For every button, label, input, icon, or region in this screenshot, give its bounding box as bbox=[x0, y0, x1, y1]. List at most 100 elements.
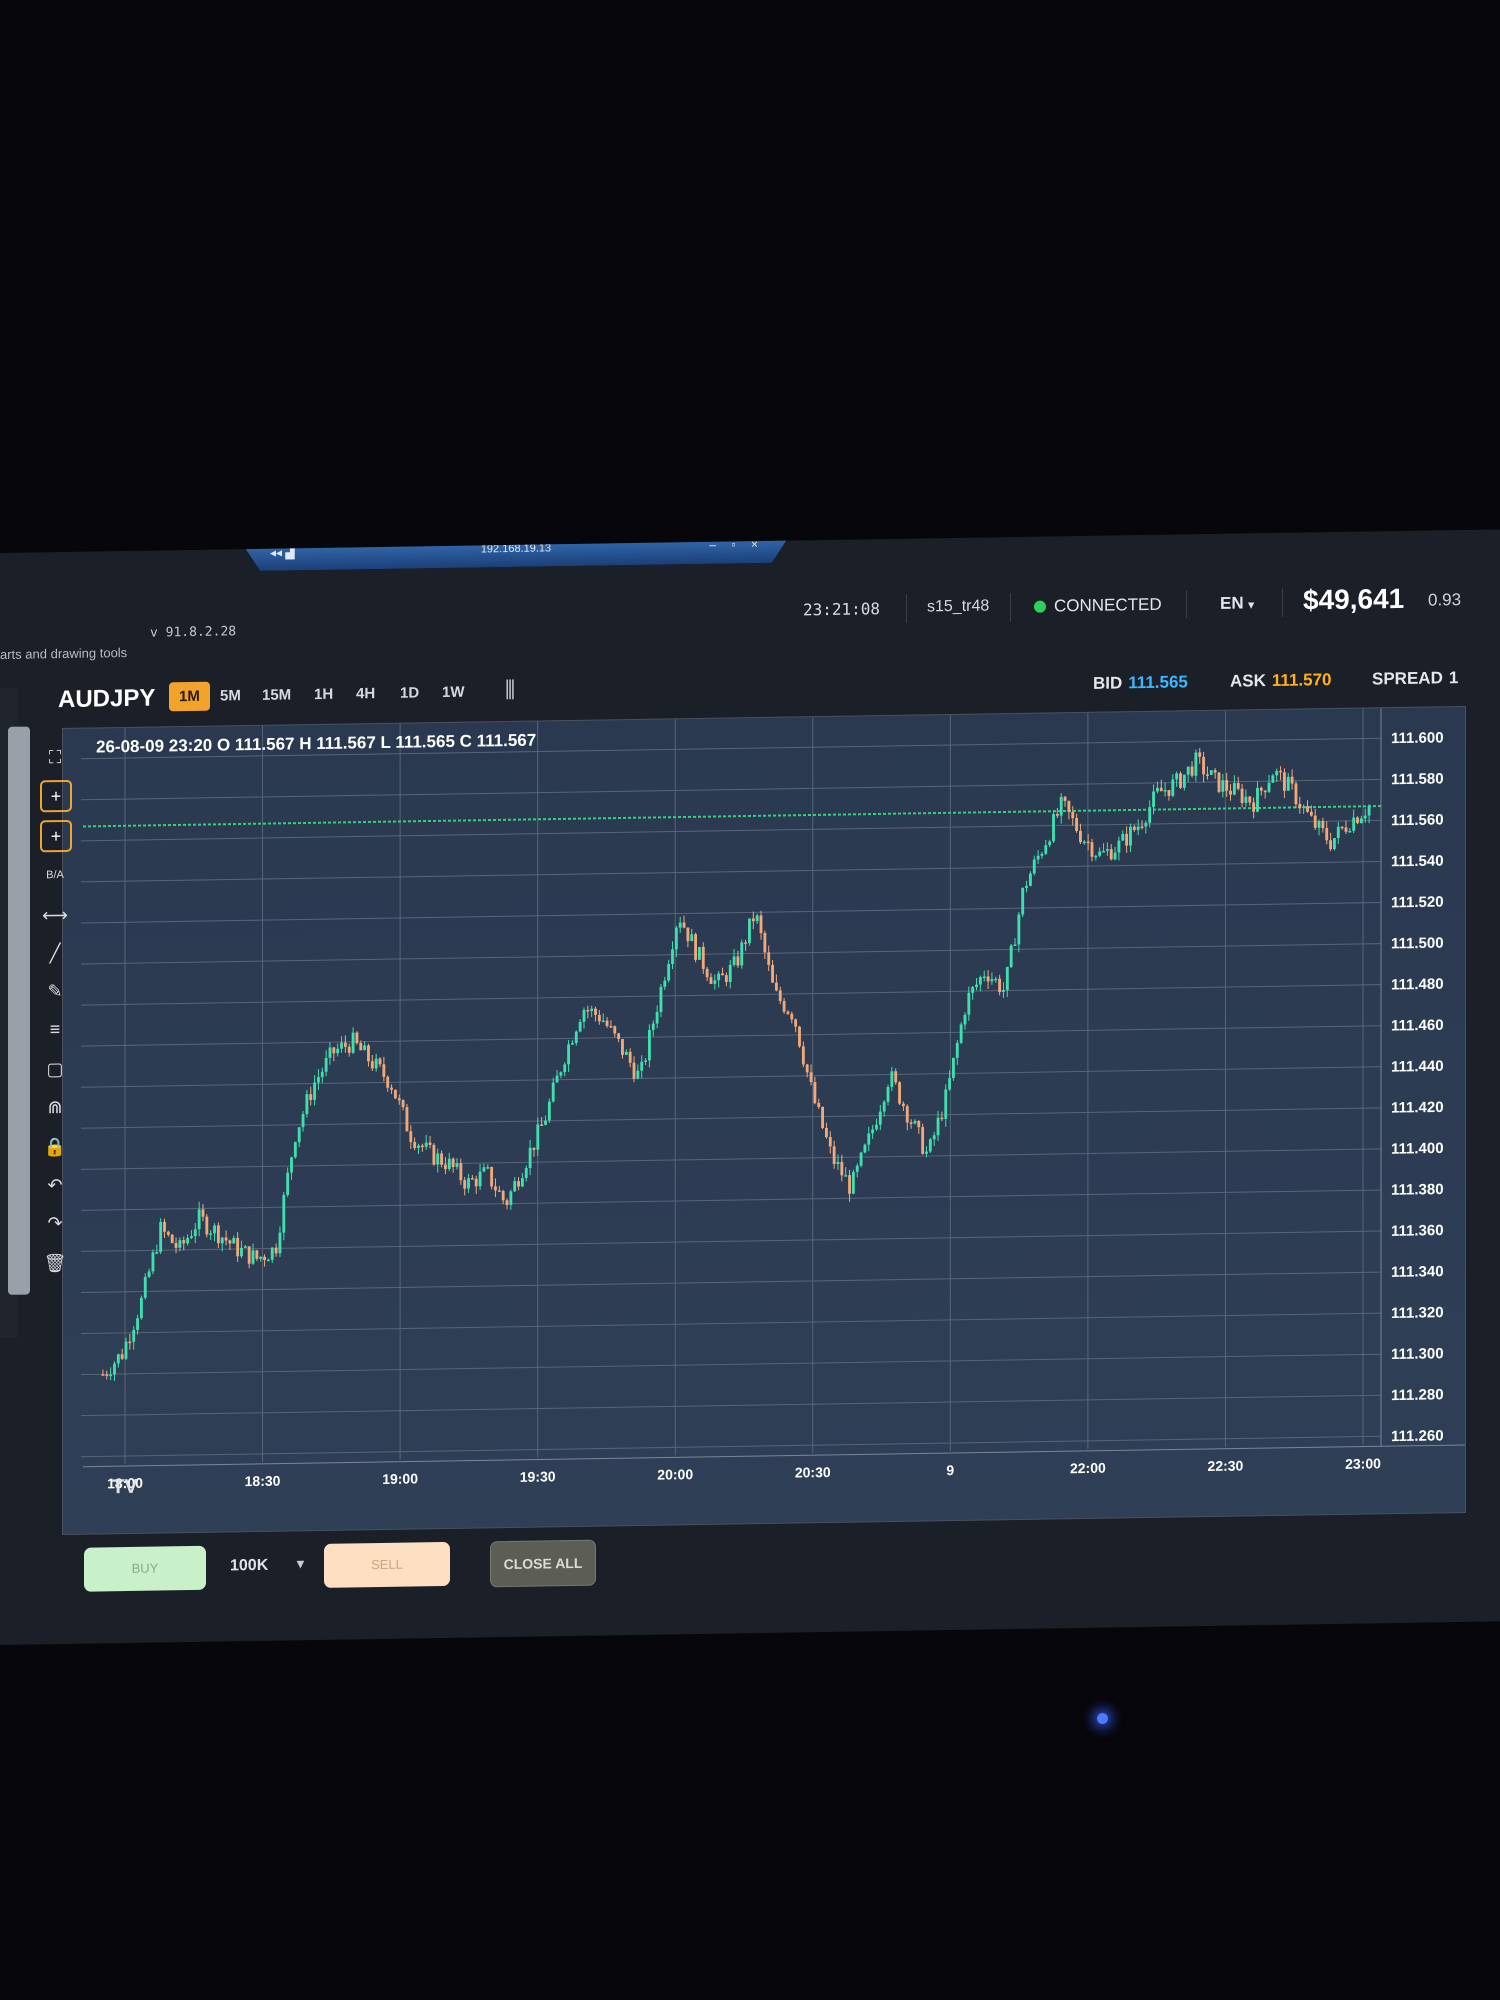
rectangle-icon[interactable]: ▢ bbox=[40, 1054, 70, 1084]
candle-body bbox=[1244, 796, 1248, 803]
trend-line-icon[interactable]: ╱ bbox=[40, 938, 70, 968]
fullscreen-icon[interactable]: ⛶ bbox=[40, 742, 70, 772]
candle-body bbox=[1071, 812, 1075, 819]
timeframe-5m[interactable]: 5M bbox=[220, 687, 241, 704]
pencil-icon[interactable]: ✎ bbox=[40, 976, 70, 1006]
candle-body bbox=[540, 1124, 544, 1126]
candle-body bbox=[220, 1237, 224, 1244]
candle-body bbox=[459, 1163, 463, 1181]
candle-body bbox=[655, 1012, 659, 1024]
candle-body bbox=[801, 1046, 805, 1065]
candle-body bbox=[1252, 802, 1256, 812]
remote-desktop-screen: ◂◂ ▟ 192.168.19.13 – ▫ × arts and drawin… bbox=[0, 529, 1500, 1646]
candle-body bbox=[817, 1103, 821, 1108]
candle-body bbox=[440, 1153, 444, 1165]
candle-body bbox=[205, 1216, 209, 1235]
sell-button[interactable]: SELL bbox=[324, 1541, 450, 1588]
candle-body bbox=[763, 932, 767, 953]
connection-status: CONNECTED bbox=[1034, 595, 1162, 617]
lock-icon[interactable]: 🔒 bbox=[40, 1132, 70, 1162]
candle-body bbox=[594, 1008, 597, 1015]
candle-body bbox=[1198, 752, 1202, 757]
spread-value: 1 bbox=[1448, 668, 1459, 688]
timeframe-1w[interactable]: 1W bbox=[442, 684, 465, 701]
candle-body bbox=[782, 1000, 786, 1012]
timeframe-4h[interactable]: 4H bbox=[356, 685, 375, 702]
candle-body bbox=[978, 977, 982, 985]
price-chart[interactable]: 111.600 111.580 111.560 111.540 111.520 111.5… bbox=[62, 705, 1466, 1536]
buy-button[interactable]: BUY bbox=[84, 1545, 206, 1592]
fib-icon[interactable]: ≡ bbox=[40, 1014, 70, 1044]
candle-body bbox=[1186, 766, 1190, 775]
candle-body bbox=[1017, 914, 1021, 945]
candle-body bbox=[632, 1062, 636, 1079]
candle-body bbox=[509, 1191, 513, 1205]
candle-body bbox=[259, 1256, 263, 1259]
trash-icon[interactable]: 🗑 bbox=[40, 1248, 70, 1278]
candle-body bbox=[378, 1058, 382, 1065]
y-tick-label: 111.600 bbox=[1391, 729, 1444, 747]
candle-body bbox=[343, 1042, 347, 1047]
chevron-down-icon[interactable]: ▼ bbox=[294, 1556, 307, 1571]
candle-body bbox=[724, 975, 728, 983]
lot-size-select[interactable]: 100K bbox=[230, 1557, 268, 1576]
crosshair-icon[interactable]: + bbox=[40, 779, 72, 813]
candle-body bbox=[436, 1153, 440, 1165]
candle-body bbox=[1213, 770, 1217, 773]
horizontal-line-icon[interactable]: ⟷ bbox=[40, 900, 70, 930]
candle-body bbox=[197, 1209, 201, 1230]
candle-body bbox=[878, 1111, 882, 1125]
redo-icon[interactable]: ↷ bbox=[40, 1208, 70, 1238]
candle-body bbox=[863, 1144, 867, 1153]
candle-body bbox=[705, 968, 709, 978]
candle-body bbox=[1148, 807, 1152, 823]
candle-body bbox=[659, 986, 663, 1013]
candle-body bbox=[524, 1168, 528, 1179]
candle-body bbox=[1306, 806, 1309, 812]
candle-body bbox=[917, 1120, 921, 1128]
candle-body bbox=[313, 1082, 317, 1100]
symbol-name[interactable]: AUDJPY bbox=[58, 685, 155, 715]
price-chart-svg[interactable]: 111.600 111.580 111.560 111.540 111.520 111.5… bbox=[63, 706, 1465, 1535]
candle-body bbox=[709, 977, 713, 984]
side-panel-scrollbar[interactable] bbox=[8, 726, 30, 1295]
timeframe-15m[interactable]: 15M bbox=[262, 686, 291, 703]
undo-icon[interactable]: ↶ bbox=[40, 1170, 70, 1200]
candle-body bbox=[170, 1234, 174, 1244]
candlestick-type-icon[interactable]: ⫼ bbox=[505, 677, 515, 703]
candle-body bbox=[1344, 827, 1348, 832]
close-all-button[interactable]: CLOSE ALL bbox=[490, 1539, 596, 1588]
timeframe-1h[interactable]: 1H bbox=[314, 686, 333, 703]
candle-body bbox=[1309, 811, 1313, 816]
candle-body bbox=[698, 946, 701, 960]
bid-ask-icon[interactable]: B/A bbox=[40, 860, 70, 890]
candle-body bbox=[1209, 770, 1213, 775]
candle-body bbox=[828, 1137, 832, 1147]
candle-body bbox=[1155, 787, 1159, 792]
candle-body bbox=[451, 1158, 455, 1167]
candle-body bbox=[336, 1048, 340, 1054]
y-tick-label: 111.420 bbox=[1391, 1099, 1444, 1117]
candle-body bbox=[1005, 966, 1009, 990]
magnet-icon[interactable]: ⋒ bbox=[40, 1092, 70, 1122]
candle-body bbox=[667, 964, 671, 981]
candle-body bbox=[517, 1181, 520, 1187]
timeframe-1m[interactable]: 1M bbox=[169, 681, 210, 712]
y-tick-label: 111.540 bbox=[1391, 852, 1444, 870]
candle-body bbox=[1032, 859, 1036, 874]
candle-body bbox=[240, 1247, 243, 1257]
crosshair-alt-icon[interactable]: + bbox=[40, 819, 72, 853]
account-user[interactable]: s15_tr48 bbox=[927, 597, 989, 616]
candle-body bbox=[470, 1178, 474, 1180]
y-tick-label: 111.280 bbox=[1391, 1386, 1444, 1404]
candle-body bbox=[1052, 814, 1055, 842]
x-tick-label: 9 bbox=[946, 1462, 954, 1478]
candle-body bbox=[952, 1057, 955, 1079]
candle-body bbox=[478, 1171, 482, 1187]
candle-body bbox=[686, 927, 690, 942]
timeframe-1d[interactable]: 1D bbox=[400, 684, 419, 701]
candle-body bbox=[1282, 772, 1286, 791]
candle-body bbox=[216, 1225, 220, 1244]
language-select[interactable]: EN ▾ bbox=[1220, 593, 1254, 614]
candle-body bbox=[805, 1064, 809, 1073]
